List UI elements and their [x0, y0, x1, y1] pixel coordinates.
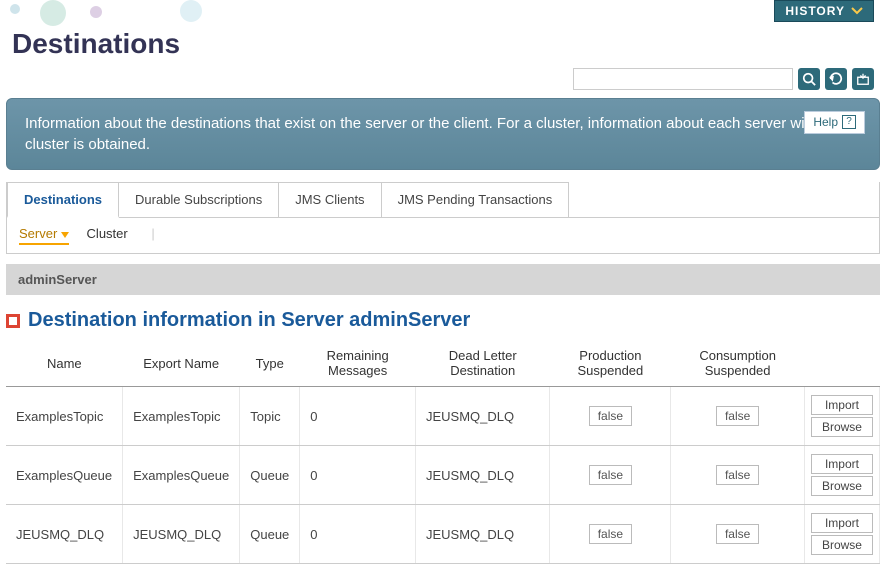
separator: |	[151, 226, 154, 241]
refresh-icon	[829, 72, 843, 86]
col-name: Name	[6, 340, 123, 387]
decorative-dot	[180, 0, 202, 22]
cell-remaining: 0	[300, 387, 416, 446]
search-icon	[802, 72, 816, 86]
cell-type: Topic	[240, 387, 300, 446]
col-type: Type	[240, 340, 300, 387]
info-panel: Information about the destinations that …	[6, 98, 880, 170]
info-text: Information about the destinations that …	[25, 115, 854, 153]
help-label: Help	[813, 114, 838, 131]
cell-type: Queue	[240, 446, 300, 505]
chevron-down-icon	[851, 7, 863, 15]
cell-cons-susp: false	[671, 446, 805, 505]
refresh-button[interactable]	[825, 68, 847, 90]
search-input[interactable]	[573, 68, 793, 90]
help-button[interactable]: Help ?	[804, 111, 865, 134]
cell-export-name: ExamplesTopic	[123, 387, 240, 446]
import-button[interactable]: Import	[811, 395, 873, 415]
page-title: Destinations	[0, 28, 886, 68]
cell-export-name: ExamplesQueue	[123, 446, 240, 505]
cell-cons-susp: false	[671, 505, 805, 564]
toolbar	[0, 68, 886, 98]
cell-dld: JEUSMQ_DLQ	[415, 505, 549, 564]
cell-actions: ImportBrowse	[804, 505, 879, 564]
badge-cons: false	[716, 406, 759, 426]
cell-actions: ImportBrowse	[804, 387, 879, 446]
table-row: JEUSMQ_DLQJEUSMQ_DLQQueue0JEUSMQ_DLQfals…	[6, 505, 880, 564]
search-button[interactable]	[798, 68, 820, 90]
cell-name: ExamplesTopic	[6, 387, 123, 446]
tab-destinations[interactable]: Destinations	[7, 182, 119, 218]
cell-name: JEUSMQ_DLQ	[6, 505, 123, 564]
server-name-bar: adminServer	[6, 264, 880, 295]
col-export-name: Export Name	[123, 340, 240, 387]
help-icon: ?	[842, 115, 856, 129]
cell-name: ExamplesQueue	[6, 446, 123, 505]
history-button[interactable]: HISTORY	[774, 0, 874, 22]
col-actions	[804, 340, 879, 387]
xml-icon	[856, 72, 870, 86]
browse-button[interactable]: Browse	[811, 476, 873, 496]
subtab-server-label: Server	[19, 226, 57, 241]
browse-button[interactable]: Browse	[811, 535, 873, 555]
subtabs: Server Cluster |	[7, 218, 879, 253]
badge-cons: false	[716, 465, 759, 485]
col-cons-susp: Consumption Suspended	[671, 340, 805, 387]
import-button[interactable]: Import	[811, 454, 873, 474]
cell-dld: JEUSMQ_DLQ	[415, 446, 549, 505]
cell-prod-susp: false	[550, 505, 671, 564]
import-button[interactable]: Import	[811, 513, 873, 533]
decorative-dot	[90, 6, 102, 18]
tab-jms-pending-transactions[interactable]: JMS Pending Transactions	[382, 182, 570, 217]
section-title: Destination information in Server adminS…	[6, 309, 880, 332]
browse-button[interactable]: Browse	[811, 417, 873, 437]
badge-prod: false	[589, 524, 632, 544]
badge-cons: false	[716, 524, 759, 544]
badge-prod: false	[589, 465, 632, 485]
decorative-dot	[40, 0, 66, 26]
tabs: Destinations Durable Subscriptions JMS C…	[7, 182, 879, 218]
caret-down-icon	[61, 226, 69, 241]
col-dld: Dead Letter Destination	[415, 340, 549, 387]
cell-actions: ImportBrowse	[804, 446, 879, 505]
cell-type: Queue	[240, 505, 300, 564]
cell-remaining: 0	[300, 446, 416, 505]
col-remaining: Remaining Messages	[300, 340, 416, 387]
cell-dld: JEUSMQ_DLQ	[415, 387, 549, 446]
export-xml-button[interactable]	[852, 68, 874, 90]
history-label: HISTORY	[785, 4, 845, 18]
cell-prod-susp: false	[550, 446, 671, 505]
destinations-table: Name Export Name Type Remaining Messages…	[6, 340, 880, 564]
section-title-text: Destination information in Server adminS…	[28, 309, 470, 332]
table-row: ExamplesTopicExamplesTopicTopic0JEUSMQ_D…	[6, 387, 880, 446]
subtab-server[interactable]: Server	[19, 226, 69, 245]
tab-jms-clients[interactable]: JMS Clients	[279, 182, 381, 217]
cell-export-name: JEUSMQ_DLQ	[123, 505, 240, 564]
col-prod-susp: Production Suspended	[550, 340, 671, 387]
section-icon	[6, 314, 20, 328]
decorative-dot	[10, 4, 20, 14]
cell-prod-susp: false	[550, 387, 671, 446]
badge-prod: false	[589, 406, 632, 426]
cell-cons-susp: false	[671, 387, 805, 446]
subtab-cluster[interactable]: Cluster	[87, 226, 128, 241]
table-row: ExamplesQueueExamplesQueueQueue0JEUSMQ_D…	[6, 446, 880, 505]
tab-durable-subscriptions[interactable]: Durable Subscriptions	[119, 182, 279, 217]
cell-remaining: 0	[300, 505, 416, 564]
